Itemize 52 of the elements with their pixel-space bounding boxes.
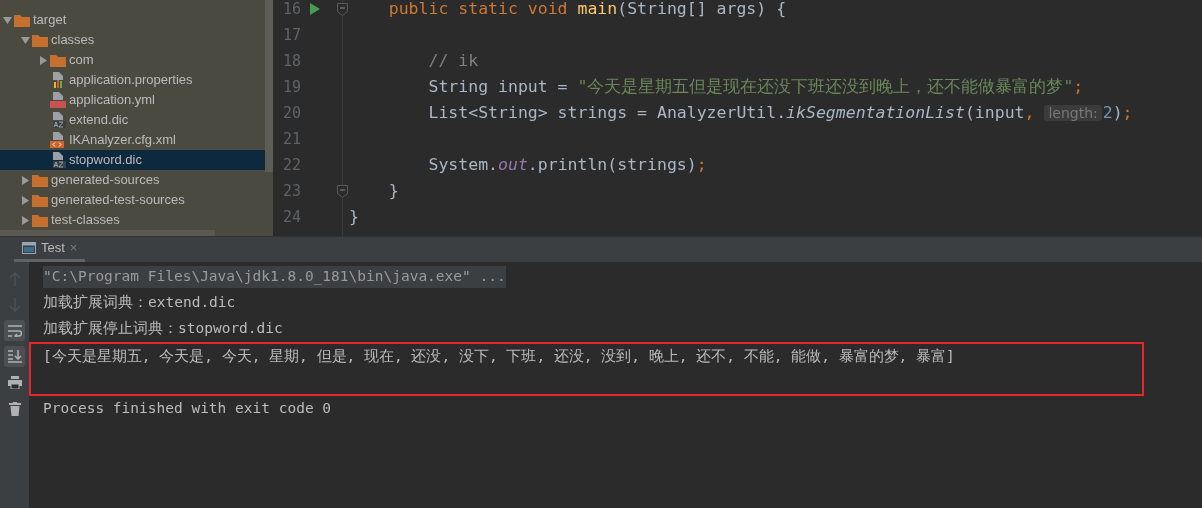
tree-item[interactable]: classes <box>0 30 265 50</box>
code-line: } <box>387 179 399 202</box>
tree-item[interactable]: IKAnalyzer.cfg.xml <box>0 130 265 150</box>
line-number: 17 <box>281 24 301 46</box>
dictionary-file-icon <box>50 152 66 168</box>
tree-item[interactable]: test-classes <box>0 210 265 230</box>
yaml-file-icon <box>50 92 66 108</box>
folder-icon <box>32 33 48 47</box>
console-output: 加载扩展停止词典：stopword.dic <box>43 319 283 339</box>
line-number: 20 <box>281 102 301 124</box>
folder-icon <box>32 193 48 207</box>
close-tab-button[interactable]: × <box>69 238 78 258</box>
code-line: // ik <box>427 49 479 72</box>
line-number: 16 <box>281 0 301 20</box>
line-number: 21 <box>281 128 301 150</box>
folder-icon <box>14 13 30 27</box>
line-number: 23 <box>281 180 301 202</box>
folder-icon <box>50 53 66 67</box>
code-line: System.out.println(strings); <box>427 153 707 176</box>
tree-item[interactable]: application.yml <box>0 90 265 110</box>
fold-icon[interactable] <box>337 184 348 198</box>
line-number: 24 <box>281 206 301 228</box>
chevron-down-icon[interactable] <box>2 16 12 24</box>
console-icon <box>22 242 36 254</box>
line-number: 19 <box>281 76 301 98</box>
tree-item[interactable]: extend.dic <box>0 110 265 130</box>
xml-file-icon <box>50 132 66 148</box>
tree-item[interactable]: generated-test-sources <box>0 190 265 210</box>
chevron-right-icon[interactable] <box>39 55 47 65</box>
tree-item[interactable]: generated-sources <box>0 170 265 190</box>
code-line: List<String> strings = AnalyzerUtil.ikSegmentationList(input, length: 2); <box>427 101 1133 124</box>
code-line: } <box>349 205 359 228</box>
tree-item[interactable]: com <box>0 50 265 70</box>
dictionary-file-icon <box>50 112 66 128</box>
folder-icon <box>32 213 48 227</box>
properties-file-icon <box>50 72 66 88</box>
code-line: String input = "今天是星期五但是现在还没下班还没到晚上，还不能做暴富的梦"; <box>427 75 1084 98</box>
exit-message: Process finished with exit code 0 <box>43 399 332 419</box>
folder-icon <box>32 173 48 187</box>
code-line: public static void main(String[] args) { <box>387 0 787 20</box>
horizontal-scrollbar[interactable] <box>0 230 215 236</box>
tree-item[interactable]: application.properties <box>0 70 265 90</box>
tree-item[interactable]: target <box>0 10 265 30</box>
run-icon[interactable] <box>310 3 320 15</box>
console-output: 加载扩展词典：extend.dic <box>43 293 236 313</box>
fold-icon[interactable] <box>337 2 348 16</box>
vertical-scrollbar[interactable] <box>265 0 273 172</box>
tree-item[interactable]: stopword.dic <box>0 150 265 170</box>
chevron-down-icon[interactable] <box>20 36 30 44</box>
line-number: 22 <box>281 154 301 176</box>
console-output: [今天是星期五, 今天是, 今天, 星期, 但是, 现在, 还没, 没下, 下班, 还没, 没到, 晚上, 还不, 不能, 能做, 暴富的梦, 暴富] <box>43 347 955 367</box>
line-number: 18 <box>281 50 301 72</box>
